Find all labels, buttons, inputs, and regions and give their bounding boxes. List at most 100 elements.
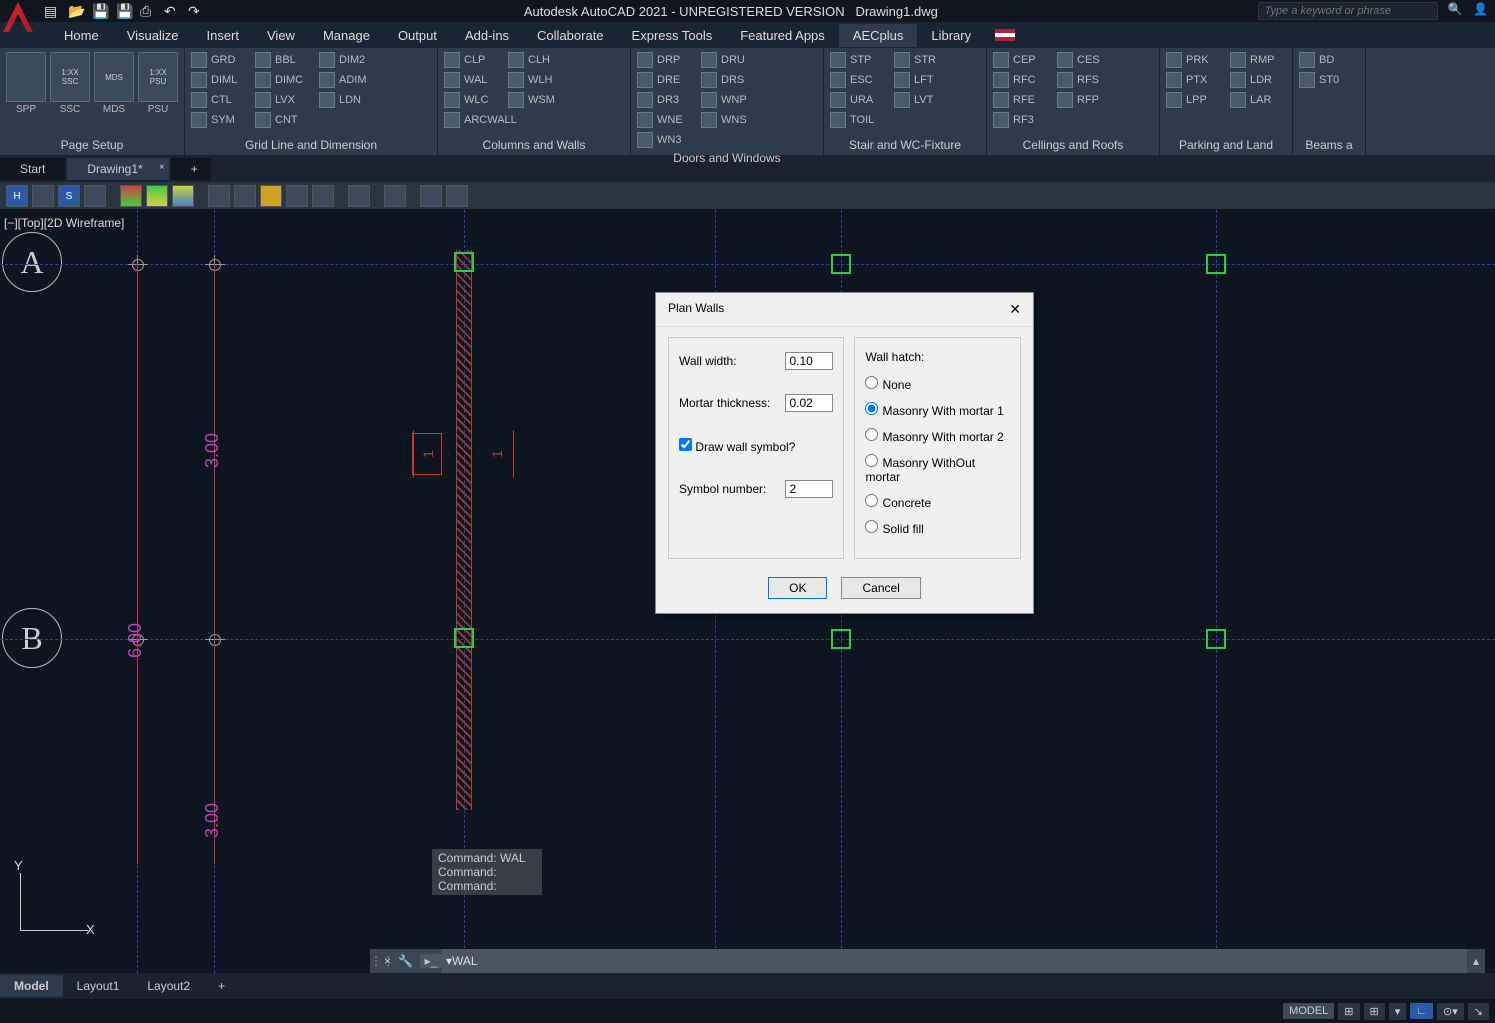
ribbon-tool-toil[interactable]: TOIL [830,112,884,128]
ribbon-tool-sym[interactable]: SYM [191,112,245,128]
ribbon-tool-str[interactable]: STR [894,52,948,68]
ribbon-tool-rfc[interactable]: RFC [993,72,1047,88]
menu-item-aecplus[interactable]: AECplus [839,24,918,47]
ribbon-tool-ssc[interactable]: 1:XXSSC [50,52,90,102]
tool-layer1-icon[interactable] [120,185,142,207]
undo-icon[interactable]: ↶ [164,3,180,19]
tool-e-icon[interactable] [312,185,334,207]
file-tab-start[interactable]: Start [0,158,65,180]
menu-item-insert[interactable]: Insert [192,24,253,47]
ribbon-tool-diml[interactable]: DIML [191,72,245,88]
cancel-button[interactable]: Cancel [841,577,920,599]
tab-add-button[interactable]: + [171,158,211,180]
new-icon[interactable]: ▤ [44,3,60,19]
ribbon-tool-rf3[interactable]: RF3 [993,112,1047,128]
ribbon-tool-wne[interactable]: WNE [637,112,691,128]
ribbon-tool-adim[interactable]: ADIM [319,72,373,88]
ribbon-tool-psu[interactable]: 1:XXPSU [138,52,178,102]
status-dropdown-icon[interactable]: ▾ [1389,1003,1407,1020]
mortar-thickness-input[interactable] [785,394,833,412]
ribbon-tool-prk[interactable]: PRK [1166,52,1220,68]
menu-item-output[interactable]: Output [384,24,451,47]
ribbon-tool-cep[interactable]: CEP [993,52,1047,68]
view-label[interactable]: [−][Top][2D Wireframe] [4,216,124,230]
ribbon-tool-esc[interactable]: ESC [830,72,884,88]
tool-c-icon[interactable] [260,185,282,207]
ribbon-tool-rfe[interactable]: RFE [993,92,1047,108]
tool-layer3-icon[interactable] [172,185,194,207]
status-grid-icon[interactable]: ⊞ [1338,1003,1359,1020]
status-osnap-icon[interactable]: ↘ [1468,1003,1489,1020]
hatch-radio-masonry-with-mortar-2[interactable]: Masonry With mortar 2 [865,428,1010,444]
tool-f-icon[interactable] [348,185,370,207]
save-icon[interactable]: 💾 [92,3,108,19]
tool-d-icon[interactable] [286,185,308,207]
tool-g-icon[interactable] [384,185,406,207]
menu-item-featured-apps[interactable]: Featured Apps [726,24,839,47]
status-model[interactable]: MODEL [1283,1003,1334,1019]
saveas-icon[interactable]: 💾 [116,3,132,19]
command-input[interactable]: ▾WAL [442,949,1467,973]
open-icon[interactable]: 📂 [68,3,84,19]
ribbon-tool-cnt[interactable]: CNT [255,112,309,128]
cmd-handle-icon[interactable]: ⋮⋮ [370,954,384,968]
ribbon-tool-st0[interactable]: ST0 [1299,72,1353,88]
redo-icon[interactable]: ↷ [188,3,204,19]
menu-item-home[interactable]: Home [50,24,113,47]
tool-j-icon[interactable] [84,185,106,207]
menu-item-view[interactable]: View [253,24,309,47]
tool-k-icon[interactable] [446,185,468,207]
tool-h-icon[interactable]: H [6,185,28,207]
ribbon-tool-lvt[interactable]: LVT [894,92,948,108]
tool-a-icon[interactable] [208,185,230,207]
flag-icon[interactable] [995,29,1015,41]
tool-layer2-icon[interactable] [146,185,168,207]
ribbon-tool-ctl[interactable]: CTL [191,92,245,108]
ribbon-tool-wsm[interactable]: WSM [508,92,562,108]
hatch-radio-concrete[interactable]: Concrete [865,494,1010,510]
hatch-radio-solid-fill[interactable]: Solid fill [865,520,1010,536]
ribbon-tool-dr3[interactable]: DR3 [637,92,691,108]
ribbon-tool-lpp[interactable]: LPP [1166,92,1220,108]
ribbon-tool-bbl[interactable]: BBL [255,52,309,68]
menu-item-library[interactable]: Library [917,24,985,47]
ribbon-tool-clh[interactable]: CLH [508,52,562,68]
ribbon-tool-spp[interactable] [6,52,46,102]
ribbon-tool-bd[interactable]: BD [1299,52,1353,68]
ribbon-tool-rfs[interactable]: RFS [1057,72,1111,88]
plot-icon[interactable]: ⎙ [140,3,156,19]
cmd-close-icon[interactable]: × [384,954,398,968]
ribbon-tool-dim2[interactable]: DIM2 [319,52,373,68]
search-input[interactable] [1258,2,1438,20]
ribbon-tool-wns[interactable]: WNS [701,112,755,128]
ribbon-tool-lar[interactable]: LAR [1230,92,1284,108]
menu-item-express-tools[interactable]: Express Tools [618,24,727,47]
ribbon-tool-wn3[interactable]: WN3 [637,132,691,148]
ribbon-tool-drs[interactable]: DRS [701,72,755,88]
menu-item-add-ins[interactable]: Add-ins [451,24,523,47]
ribbon-tool-grd[interactable]: GRD [191,52,245,68]
user-icon[interactable]: 👤 [1473,2,1491,20]
layout-tab-layout1[interactable]: Layout1 [63,975,134,997]
symbol-number-input[interactable] [785,480,833,498]
layout-tab-model[interactable]: Model [0,975,63,997]
status-ortho-icon[interactable]: ∟ [1410,1003,1433,1019]
menu-item-manage[interactable]: Manage [309,24,384,47]
ribbon-tool-wal[interactable]: WAL [444,72,498,88]
status-polar-icon[interactable]: ⊙▾ [1437,1003,1464,1020]
cmd-customize-icon[interactable]: 🔧 [398,954,420,968]
ribbon-tool-wlc[interactable]: WLC [444,92,498,108]
ok-button[interactable]: OK [768,577,827,599]
tab-close-icon[interactable]: × [159,162,165,173]
ribbon-tool-arcwall[interactable]: ARCWALL [444,112,517,128]
status-grid2-icon[interactable]: ⊞ [1364,1003,1385,1020]
ribbon-tool-ldn[interactable]: LDN [319,92,373,108]
tool-b-icon[interactable] [234,185,256,207]
tool-i-icon[interactable] [420,185,442,207]
ribbon-tool-dimc[interactable]: DIMC [255,72,309,88]
ribbon-tool-drp[interactable]: DRP [637,52,691,68]
tool-draw-icon[interactable] [32,185,54,207]
close-icon[interactable]: ✕ [1009,301,1021,318]
menu-item-visualize[interactable]: Visualize [113,24,193,47]
file-tab-drawing1[interactable]: Drawing1*× [67,158,168,180]
